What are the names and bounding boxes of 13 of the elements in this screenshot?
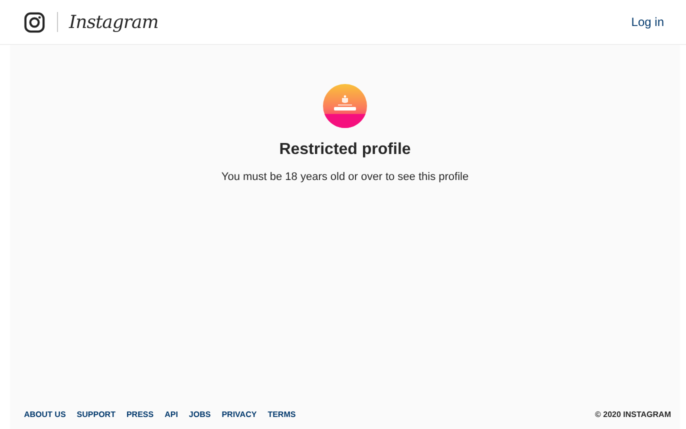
- restriction-message: You must be 18 years old or over to see this profile: [221, 171, 469, 183]
- copyright-text: © 2020 INSTAGRAM: [595, 410, 671, 419]
- footer-link[interactable]: ABOUT US: [24, 410, 66, 419]
- profile-title: Restricted profile: [279, 141, 411, 159]
- footer-link[interactable]: PRESS: [126, 410, 154, 419]
- footer-link[interactable]: PRIVACY: [222, 410, 257, 419]
- footer-link[interactable]: TERMS: [268, 410, 296, 419]
- footer-link[interactable]: SUPPORT: [76, 410, 116, 419]
- footer-link[interactable]: API: [164, 410, 178, 419]
- logo-wordmark[interactable]: Instagram: [69, 12, 158, 32]
- login-link[interactable]: Log in: [631, 15, 664, 29]
- footer-link[interactable]: JOBS: [188, 410, 211, 419]
- camera-icon[interactable]: [24, 12, 45, 32]
